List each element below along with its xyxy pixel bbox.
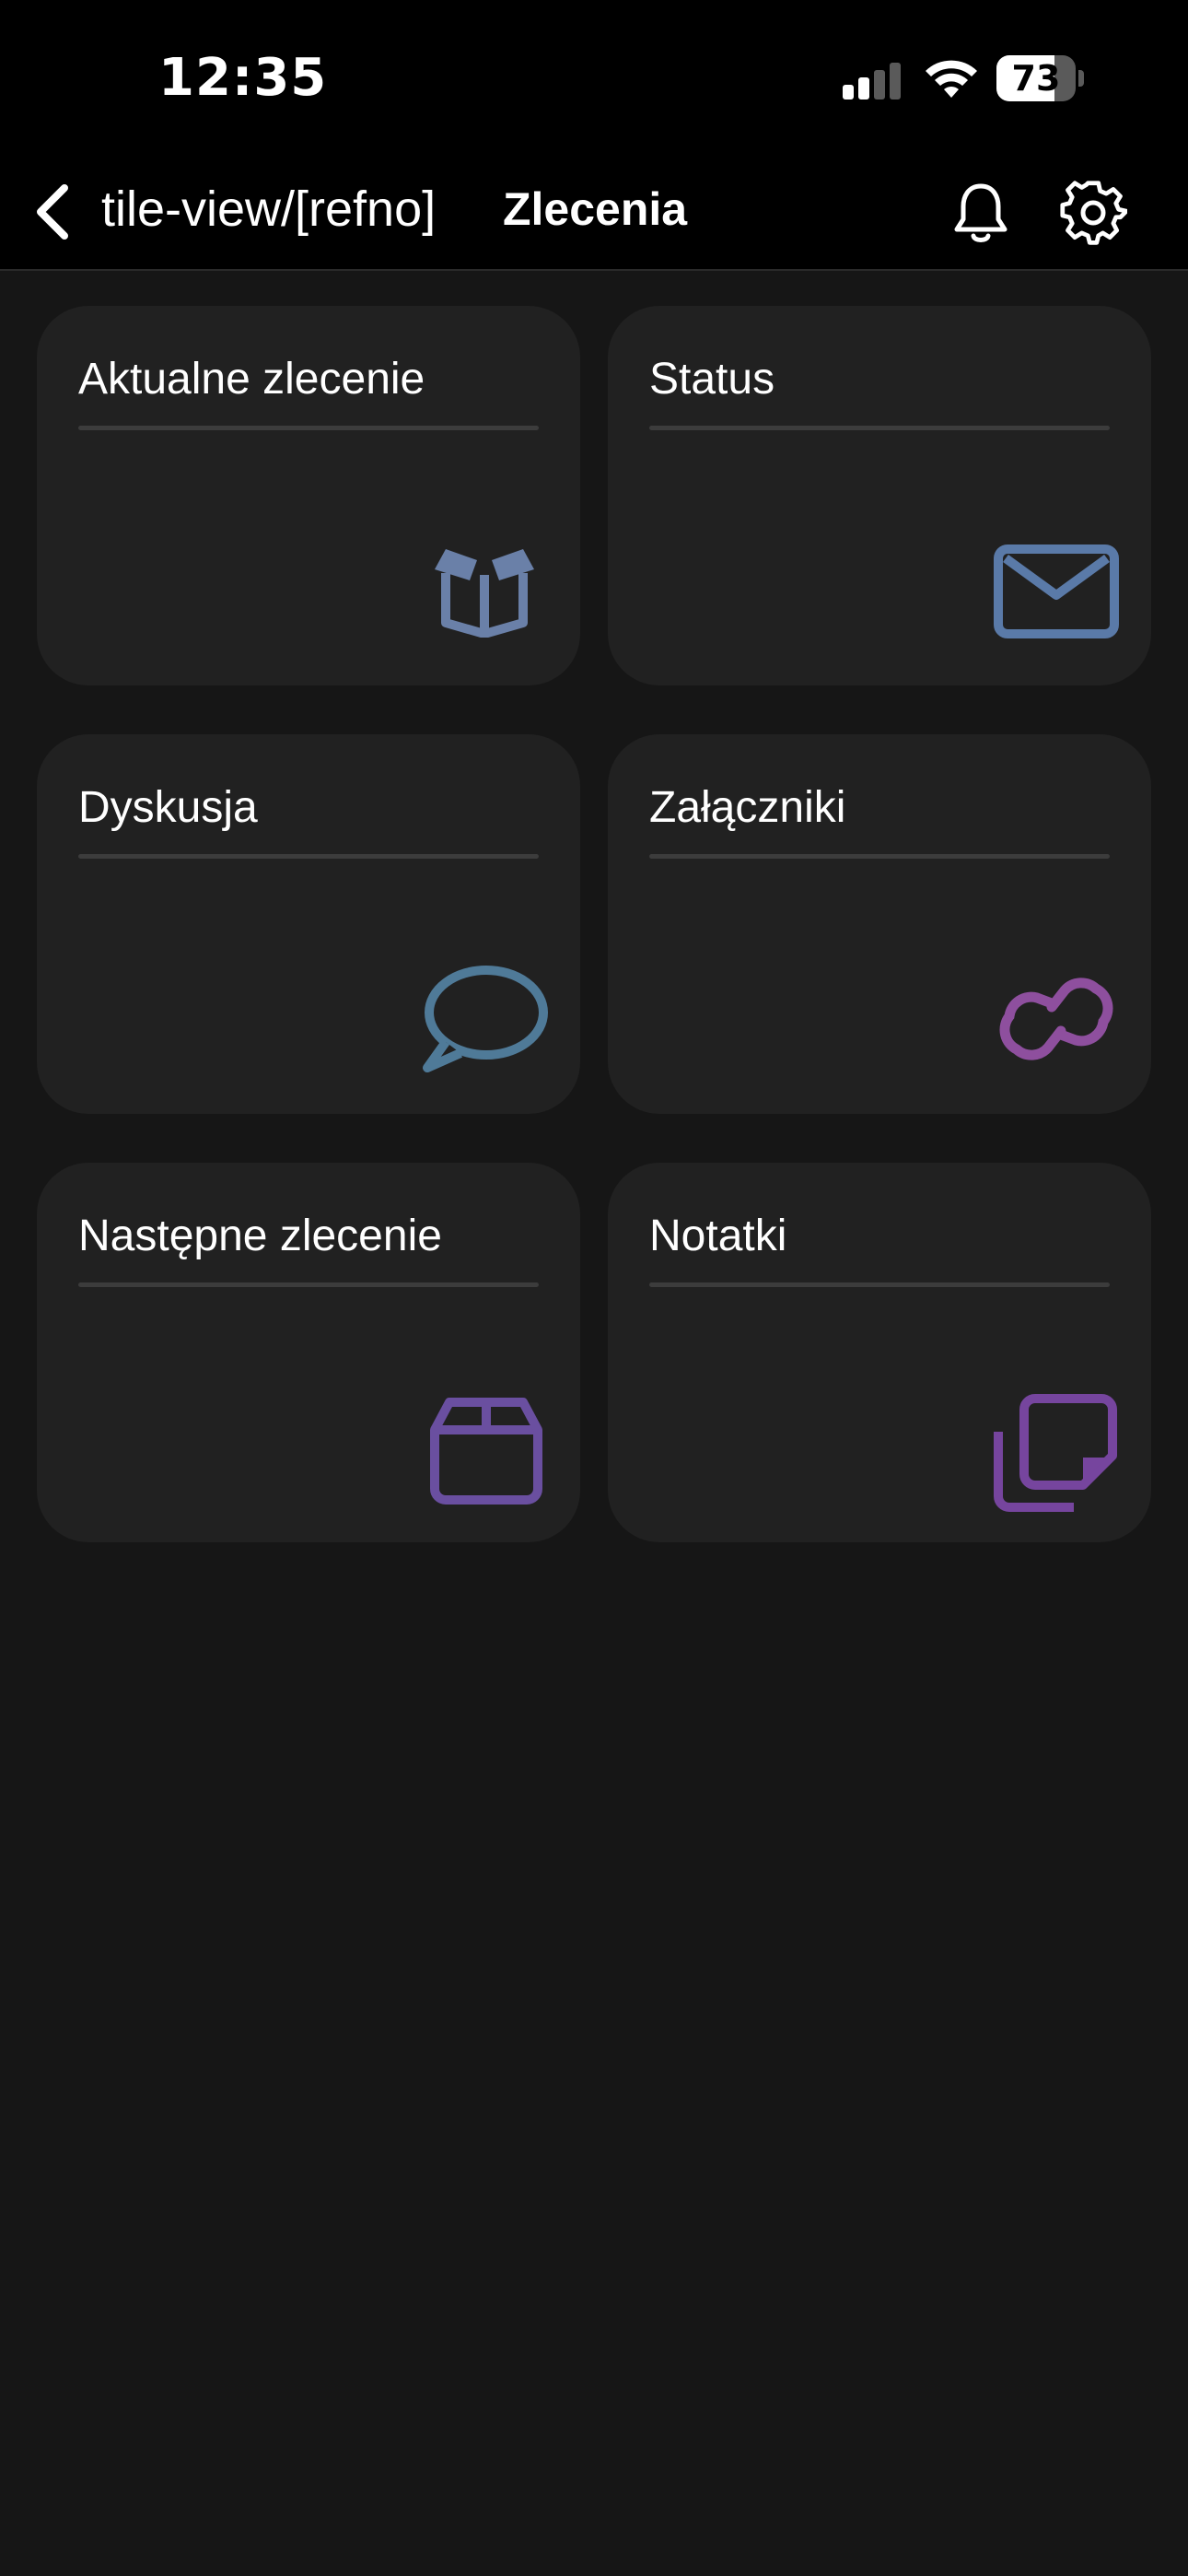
tile-dyskusja[interactable]: Dyskusja [37,734,580,1114]
tile-divider [78,1282,539,1287]
bell-icon[interactable] [949,179,1013,247]
status-time: 12:35 [158,48,328,108]
open-box-icon [435,549,534,638]
package-icon [430,1398,542,1505]
page-title: Zlecenia [503,183,688,235]
cellular-signal-icon [843,63,901,100]
tile-status[interactable]: Status [608,306,1151,685]
tile-label: Notatki [649,1212,787,1260]
tile-label: Załączniki [649,783,846,832]
link-icon [999,978,1113,1060]
app-header: tile-view/[refno] Zlecenia [0,157,1188,271]
route-path: tile-view/[refno] [101,181,437,237]
chat-bubble-icon [423,966,548,1072]
gear-icon[interactable] [1059,179,1127,247]
tile-label: Dyskusja [78,783,258,832]
tile-label: Następne zlecenie [78,1212,442,1260]
tile-zalaczniki[interactable]: Załączniki [608,734,1151,1114]
status-bar: 12:35 73 [0,0,1188,157]
tile-aktualne-zlecenie[interactable]: Aktualne zlecenie [37,306,580,685]
tile-divider [649,426,1110,430]
tile-divider [649,1282,1110,1287]
tile-notatki[interactable]: Notatki [608,1163,1151,1542]
tile-divider [78,854,539,859]
battery-indicator: 73 [996,55,1085,101]
tile-label: Aktualne zlecenie [78,355,425,404]
tile-divider [649,854,1110,859]
tile-nastepne-zlecenie[interactable]: Następne zlecenie [37,1163,580,1542]
notes-stack-icon [994,1394,1117,1512]
envelope-icon [994,544,1119,638]
wifi-icon [926,60,977,98]
tile-divider [78,426,539,430]
battery-percent: 73 [1011,58,1061,99]
tile-label: Status [649,355,775,404]
chevron-left-icon[interactable] [28,175,83,249]
